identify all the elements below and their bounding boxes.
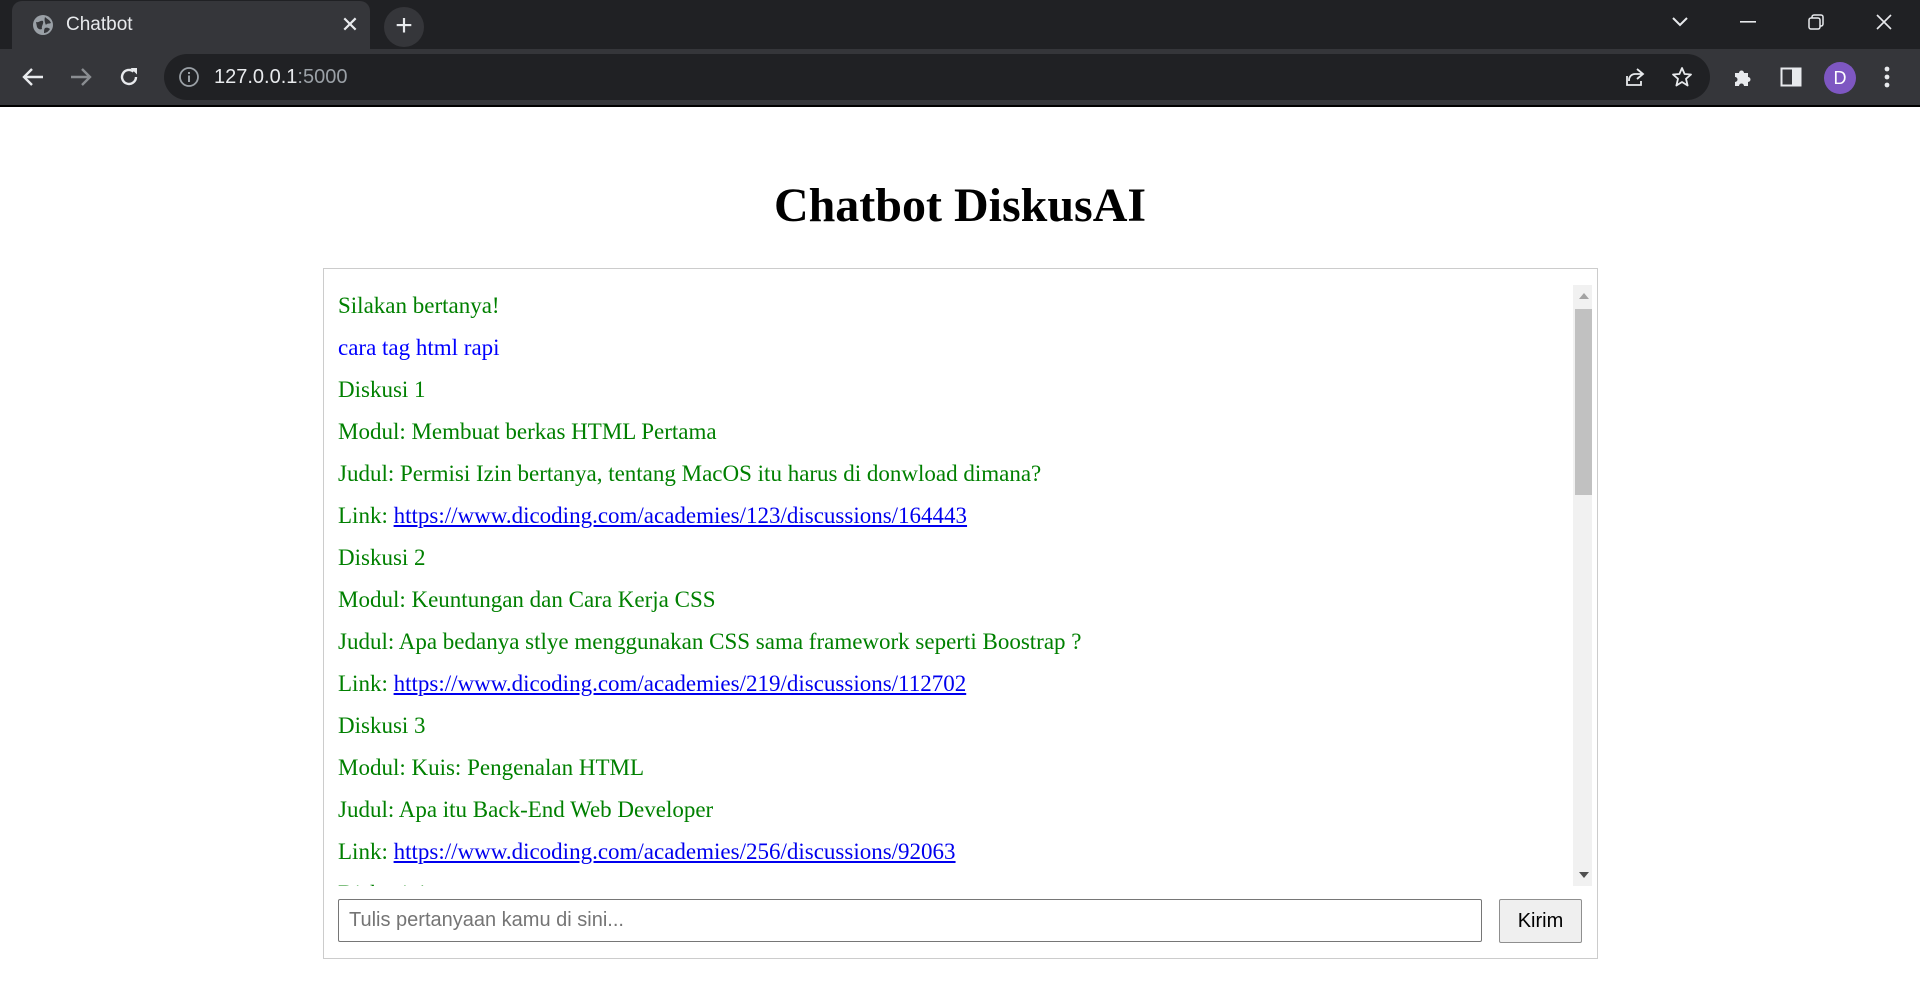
url-host: 127.0.0.1 [214,66,298,88]
bookmark-star-icon[interactable] [1669,64,1695,90]
globe-icon [32,14,54,36]
bot-message: Judul: Permisi Izin bertanya, tentang Ma… [338,461,1042,486]
bot-message: Silakan bertanya! [338,293,500,318]
scroll-up-arrow-icon[interactable] [1573,285,1592,307]
browser-tabstrip: Chatbot ✕ + [0,0,1920,49]
share-icon[interactable] [1622,64,1648,90]
bot-message: Diskusi 2 [338,545,426,570]
bot-message: Judul: Apa itu Back-End Web Developer [338,797,714,822]
url-text: 127.0.0.1:5000 [214,66,347,89]
minimize-icon[interactable] [1714,0,1782,44]
page-title: Chatbot DiskusAI [773,179,1147,232]
send-button[interactable]: Kirim [1499,899,1582,943]
discussion-link[interactable]: https://www.dicoding.com/academies/219/d… [394,671,967,696]
chat-message-list: Silakan bertanya! cara tag html rapi Disku… [338,285,1554,886]
new-tab-button[interactable]: + [384,7,424,47]
extensions-puzzle-icon[interactable] [1726,60,1760,94]
close-window-icon[interactable] [1850,0,1918,44]
address-bar[interactable]: 127.0.0.1:5000 [164,54,1710,100]
tab-title: Chatbot [66,14,133,35]
scroll-down-arrow-icon[interactable] [1573,864,1592,886]
link-prefix: Link: [338,503,394,528]
chrome-divider [0,105,1920,107]
discussion-link[interactable]: https://www.dicoding.com/academies/256/d… [394,839,956,864]
bot-message: Modul: Kuis: Pengenalan HTML [338,755,644,780]
chat-container: Silakan bertanya! cara tag html rapi Disku… [323,268,1598,959]
bot-message: Link: https://www.dicoding.com/academies… [338,663,1554,705]
scroll-thumb[interactable] [1575,309,1592,495]
bot-message: Link: https://www.dicoding.com/academies… [338,831,1554,873]
link-prefix: Link: [338,839,394,864]
profile-avatar[interactable]: D [1824,62,1856,94]
discussion-link[interactable]: https://www.dicoding.com/academies/123/d… [394,503,967,528]
back-arrow-icon[interactable] [16,60,50,94]
link-prefix: Link: [338,671,394,696]
bot-message: Diskusi 3 [338,713,426,738]
question-input[interactable] [338,899,1482,942]
tab-search-icon[interactable] [1646,0,1714,44]
reload-icon[interactable] [112,60,146,94]
browser-toolbar: 127.0.0.1:5000 D [0,49,1920,105]
bot-message: Modul: Membuat berkas HTML Pertama [338,419,717,444]
more-menu-icon[interactable] [1870,60,1904,94]
user-message: cara tag html rapi [338,335,500,360]
chat-box[interactable]: Silakan bertanya! cara tag html rapi Disku… [338,285,1592,886]
side-panel-icon[interactable] [1774,60,1808,94]
bot-message: Diskusi 4 [338,873,1554,886]
browser-tab-active[interactable]: Chatbot ✕ [12,1,370,49]
site-info-icon[interactable] [178,66,200,88]
bot-message: Diskusi 1 [338,377,426,402]
bot-message: Link: https://www.dicoding.com/academies… [338,495,1554,537]
bot-message: Judul: Apa bedanya stlye menggunakan CSS… [338,629,1082,654]
restore-icon[interactable] [1782,0,1850,44]
tab-close-icon[interactable]: ✕ [336,11,364,39]
bot-message: Modul: Keuntungan dan Cara Kerja CSS [338,587,716,612]
chat-scrollbar[interactable] [1573,285,1592,886]
forward-arrow-icon[interactable] [64,60,98,94]
url-port: :5000 [297,66,348,88]
